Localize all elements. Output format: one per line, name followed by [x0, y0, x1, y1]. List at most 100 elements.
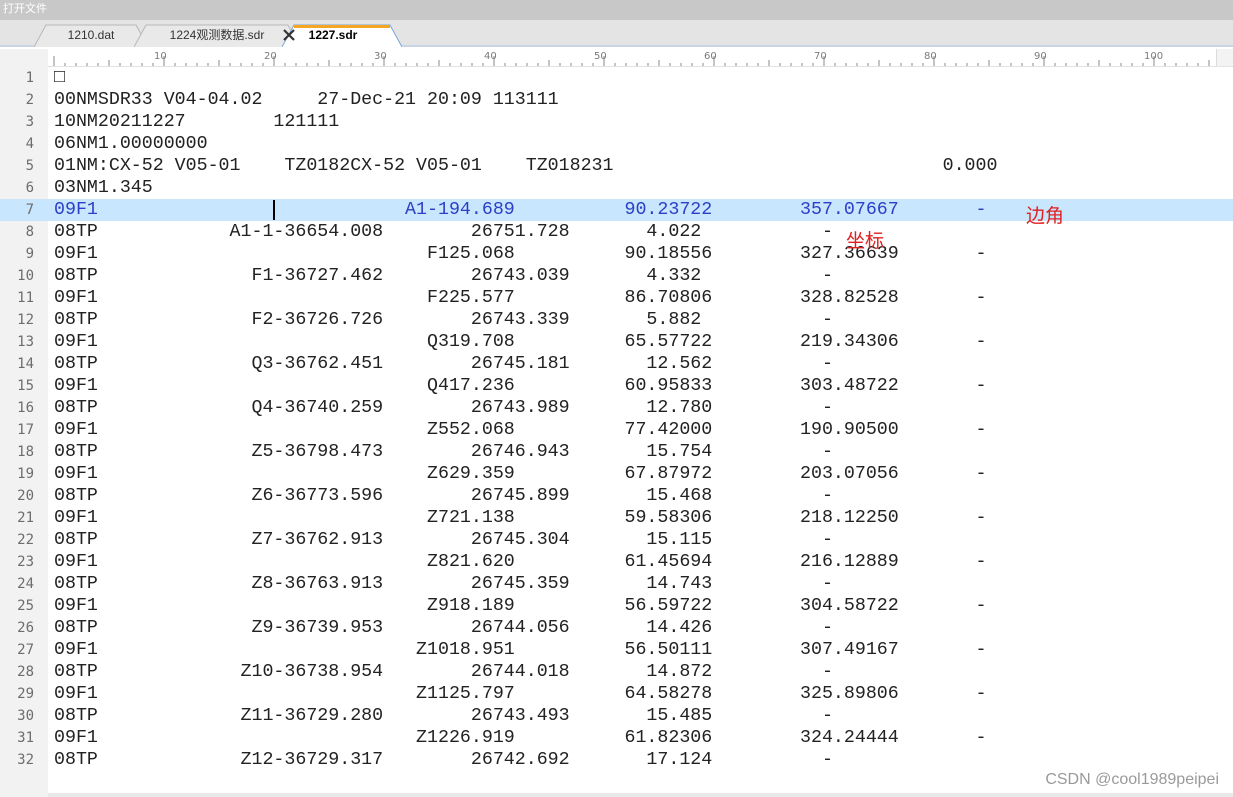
editor-line[interactable]: 21 09F1 Z721.138 59.58306 218.12250 - — [0, 507, 1233, 529]
line-text[interactable]: 09F1 Z629.359 67.87972 203.07056 - — [54, 463, 987, 485]
line-text[interactable]: 09F1 Z918.189 56.59722 304.58722 - — [54, 595, 987, 617]
line-text[interactable]: □ — [54, 67, 65, 89]
editor-line[interactable]: 30 08TP Z11-36729.280 26743.493 15.485 - — [0, 705, 1233, 727]
line-text[interactable]: 08TP Z8-36763.913 26745.359 14.743 - — [54, 573, 833, 595]
ruler-label: 100 — [1144, 51, 1163, 62]
ruler-label: 90 — [1034, 51, 1047, 62]
line-number: 4 — [25, 136, 34, 152]
line-text[interactable]: 08TP Z9-36739.953 26744.056 14.426 - — [54, 617, 833, 639]
line-text[interactable]: 08TP F1-36727.462 26743.039 4.332 - — [54, 265, 833, 287]
line-number: 27 — [17, 642, 34, 658]
editor-line[interactable]: 6 03NM1.345 — [0, 177, 1233, 199]
ruler-label: 70 — [814, 51, 827, 62]
editor-line[interactable]: 2 00NMSDR33 V04-04.02 27-Dec-21 20:09 113… — [0, 89, 1233, 111]
line-number: 29 — [17, 686, 34, 702]
tab-1224-sdr[interactable]: 1224观测数据.sdr — [134, 24, 300, 47]
horizontal-scrollbar[interactable] — [48, 793, 1233, 797]
line-number: 8 — [25, 224, 34, 240]
line-text[interactable]: 01NM:CX-52 V05-01 TZ0182CX-52 V05-01 TZ0… — [54, 155, 997, 177]
line-text[interactable]: 08TP Z10-36738.954 26744.018 14.872 - — [54, 661, 833, 683]
line-text[interactable]: 08TP Q4-36740.259 26743.989 12.780 - — [54, 397, 833, 419]
line-number: 19 — [17, 466, 34, 482]
editor-line[interactable]: 24 08TP Z8-36763.913 26745.359 14.743 - — [0, 573, 1233, 595]
editor-line[interactable]: 1 □ — [0, 67, 1233, 89]
ruler-label: 80 — [924, 51, 937, 62]
line-text[interactable]: 08TP Z7-36762.913 26745.304 15.115 - — [54, 529, 833, 551]
tab-1210-dat[interactable]: 1210.dat — [34, 24, 148, 47]
ruler-label: 50 — [594, 51, 607, 62]
line-text[interactable]: 03NM1.345 — [54, 177, 153, 199]
line-number: 1 — [25, 70, 34, 86]
line-number: 21 — [17, 510, 34, 526]
editor-line[interactable]: 27 09F1 Z1018.951 56.50111 307.49167 - — [0, 639, 1233, 661]
editor-line[interactable]: 16 08TP Q4-36740.259 26743.989 12.780 - — [0, 397, 1233, 419]
editor-line[interactable]: 19 09F1 Z629.359 67.87972 203.07056 - — [0, 463, 1233, 485]
line-number: 31 — [17, 730, 34, 746]
window-title: 打开文件 — [0, 0, 1233, 20]
line-text[interactable]: 08TP Q3-36762.451 26745.181 12.562 - — [54, 353, 833, 375]
line-text[interactable]: 09F1 Q319.708 65.57722 219.34306 - — [54, 331, 987, 353]
text-editor[interactable]: 1 □ 2 00NMSDR33 V04-04.02 27-Dec-21 20:09 1… — [0, 66, 1233, 797]
editor-line[interactable]: 4 06NM1.00000000 — [0, 133, 1233, 155]
ruler-label: 40 — [484, 51, 497, 62]
line-text[interactable]: 09F1 Z1226.919 61.82306 324.24444 - — [54, 727, 987, 749]
line-number: 13 — [17, 334, 34, 350]
line-text[interactable]: 08TP Z11-36729.280 26743.493 15.485 - — [54, 705, 833, 727]
line-text[interactable]: 06NM1.00000000 — [54, 133, 208, 155]
line-number: 2 — [25, 92, 34, 108]
editor-line[interactable]: 9 09F1 F125.068 90.18556 327.36639 - — [0, 243, 1233, 265]
editor-line[interactable]: 25 09F1 Z918.189 56.59722 304.58722 - — [0, 595, 1233, 617]
line-text[interactable]: 09F1 Z1018.951 56.50111 307.49167 - — [54, 639, 987, 661]
editor-line[interactable]: 10 08TP F1-36727.462 26743.039 4.332 - — [0, 265, 1233, 287]
editor-line[interactable]: 22 08TP Z7-36762.913 26745.304 15.115 - — [0, 529, 1233, 551]
line-number: 7 — [25, 202, 34, 218]
editor-line[interactable]: 17 09F1 Z552.068 77.42000 190.90500 - — [0, 419, 1233, 441]
line-text[interactable]: 08TP Z5-36798.473 26746.943 15.754 - — [54, 441, 833, 463]
tab-bar: 1210.dat 1224观测数据.sdr 1227.sdr — [0, 20, 1233, 47]
editor-line[interactable]: 32 08TP Z12-36729.317 26742.692 17.124 - — [0, 749, 1233, 771]
close-icon[interactable] — [282, 28, 296, 42]
editor-line[interactable]: 23 09F1 Z821.620 61.45694 216.12889 - — [0, 551, 1233, 573]
line-text[interactable]: 09F1 Z821.620 61.45694 216.12889 - — [54, 551, 987, 573]
editor-line[interactable]: 12 08TP F2-36726.726 26743.339 5.882 - — [0, 309, 1233, 331]
column-ruler: 10 20 30 40 50 60 70 80 90 100 — [0, 49, 1233, 67]
editor-line[interactable]: 28 08TP Z10-36738.954 26744.018 14.872 - — [0, 661, 1233, 683]
editor-line[interactable]: 14 08TP Q3-36762.451 26745.181 12.562 - — [0, 353, 1233, 375]
line-text[interactable]: 08TP F2-36726.726 26743.339 5.882 - — [54, 309, 833, 331]
line-text[interactable]: 09F1 Z1125.797 64.58278 325.89806 - — [54, 683, 987, 705]
line-text[interactable]: 09F1 F225.577 86.70806 328.82528 - — [54, 287, 987, 309]
editor-line[interactable]: 3 10NM20211227 121111 — [0, 111, 1233, 133]
editor-line[interactable]: 18 08TP Z5-36798.473 26746.943 15.754 - — [0, 441, 1233, 463]
line-number: 32 — [17, 752, 34, 768]
line-number: 22 — [17, 532, 34, 548]
tab-1227-sdr[interactable]: 1227.sdr — [282, 24, 402, 47]
line-text[interactable]: 09F1 Q417.236 60.95833 303.48722 - — [54, 375, 987, 397]
line-text[interactable]: 08TP A1-1-36654.008 26751.728 4.022 - — [54, 221, 833, 243]
line-number: 18 — [17, 444, 34, 460]
editor-line[interactable]: 29 09F1 Z1125.797 64.58278 325.89806 - — [0, 683, 1233, 705]
line-text[interactable]: 09F1 Z721.138 59.58306 218.12250 - — [54, 507, 987, 529]
editor-line[interactable]: 26 08TP Z9-36739.953 26744.056 14.426 - — [0, 617, 1233, 639]
editor-line[interactable]: 31 09F1 Z1226.919 61.82306 324.24444 - — [0, 727, 1233, 749]
editor-line[interactable]: 13 09F1 Q319.708 65.57722 219.34306 - — [0, 331, 1233, 353]
line-number: 6 — [25, 180, 34, 196]
text-cursor — [273, 200, 275, 220]
line-text[interactable]: 10NM20211227 121111 — [54, 111, 339, 133]
editor-line[interactable]: 15 09F1 Q417.236 60.95833 303.48722 - — [0, 375, 1233, 397]
line-text[interactable]: 08TP Z6-36773.596 26745.899 15.468 - — [54, 485, 833, 507]
line-number: 10 — [17, 268, 34, 284]
tab-label: 1210.dat — [67, 28, 115, 42]
line-number: 28 — [17, 664, 34, 680]
editor-line[interactable]: 11 09F1 F225.577 86.70806 328.82528 - — [0, 287, 1233, 309]
line-text[interactable]: 00NMSDR33 V04-04.02 27-Dec-21 20:09 1131… — [54, 89, 559, 111]
line-text[interactable]: 08TP Z12-36729.317 26742.692 17.124 - — [54, 749, 833, 771]
line-number: 11 — [17, 290, 34, 306]
editor-line[interactable]: 20 08TP Z6-36773.596 26745.899 15.468 - — [0, 485, 1233, 507]
ruler-ticks: 10 20 30 40 50 60 70 80 90 100 — [53, 51, 1210, 66]
line-number: 12 — [17, 312, 34, 328]
line-text[interactable]: 09F1 A1-194.689 90.23722 357.07667 - — [54, 199, 987, 221]
line-number: 3 — [25, 114, 34, 130]
line-text[interactable]: 09F1 Z552.068 77.42000 190.90500 - — [54, 419, 987, 441]
editor-line[interactable]: 5 01NM:CX-52 V05-01 TZ0182CX-52 V05-01 TZ… — [0, 155, 1233, 177]
line-number: 25 — [17, 598, 34, 614]
